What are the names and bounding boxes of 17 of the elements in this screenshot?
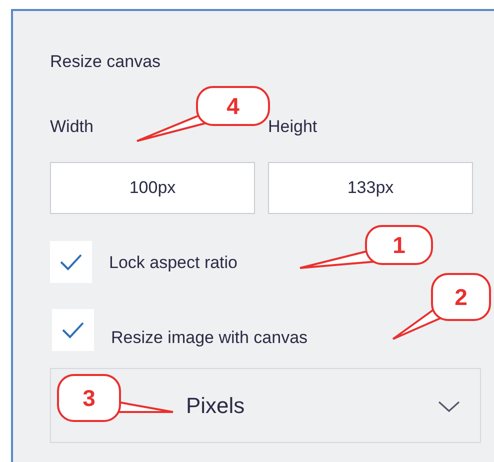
checkbox-label: Resize image with canvas — [111, 327, 308, 350]
checkbox-label: Lock aspect ratio — [109, 252, 238, 274]
checkmark-icon — [61, 321, 85, 339]
field-label: Width — [50, 117, 94, 136]
callout-number: 4 — [226, 93, 240, 119]
callout-number: 1 — [392, 232, 406, 258]
checkbox[interactable] — [50, 241, 92, 283]
section-title: Resize canvas — [50, 51, 162, 73]
callout-number: 2 — [454, 284, 468, 310]
field-label: Height — [268, 117, 318, 136]
checkmark-icon — [59, 253, 83, 271]
input-field[interactable]: 100px — [50, 162, 255, 214]
checkbox[interactable] — [52, 309, 94, 351]
input-field[interactable]: 133px — [268, 162, 473, 214]
chevron-down-icon — [438, 401, 460, 413]
callout-number: 3 — [82, 385, 96, 411]
dropdown-value: Pixels — [186, 392, 245, 420]
